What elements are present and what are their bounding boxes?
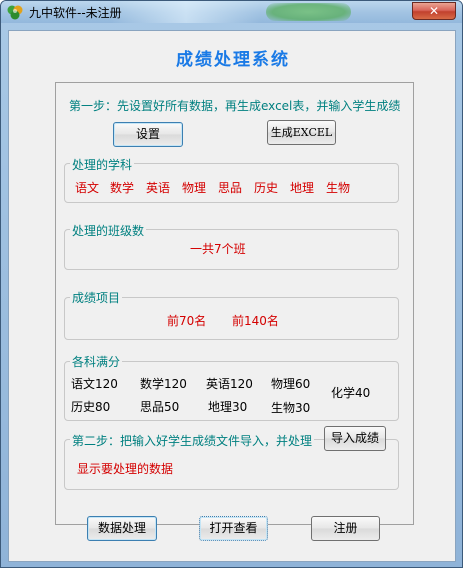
full-mark-item: 数学120 xyxy=(140,377,187,391)
subject-item: 生物 xyxy=(326,181,351,195)
subject-item: 历史 xyxy=(254,181,279,195)
full-marks-legend: 各科满分 xyxy=(70,353,123,370)
titlebar-glow xyxy=(111,1,261,23)
subject-item: 地理 xyxy=(290,181,315,195)
app-icon xyxy=(7,5,23,20)
full-mark-item: 语文120 xyxy=(71,377,118,391)
subject-item: 语文 xyxy=(75,181,100,195)
status-text: 显示要处理的数据 xyxy=(77,462,174,476)
full-mark-item: 物理60 xyxy=(271,377,311,391)
window-title: 九中软件--未注册 xyxy=(29,6,122,20)
full-mark-item: 思品50 xyxy=(140,400,180,414)
open-view-button[interactable]: 打开查看 xyxy=(199,516,268,541)
client-area: 成绩处理系统 第一步：先设置好所有数据，再生成excel表，并输入学生成绩 设置… xyxy=(8,30,456,562)
register-button[interactable]: 注册 xyxy=(311,516,380,541)
classes-legend: 处理的班级数 xyxy=(70,222,147,239)
score-item-top140: 前140名 xyxy=(232,314,279,328)
app-title: 成绩处理系统 xyxy=(176,50,290,70)
subjects-legend: 处理的学科 xyxy=(70,156,135,173)
full-mark-item: 生物30 xyxy=(271,401,311,415)
subject-item: 英语 xyxy=(146,181,171,195)
class-count: 一共7个班 xyxy=(190,242,246,256)
close-icon: ✕ xyxy=(428,4,440,18)
score-items-legend: 成绩项目 xyxy=(70,289,123,306)
subject-item: 思品 xyxy=(218,181,243,195)
step1-instruction: 第一步：先设置好所有数据，再生成excel表，并输入学生成绩 xyxy=(69,99,401,113)
import-scores-button[interactable]: 导入成绩 xyxy=(324,426,386,451)
subject-item: 数学 xyxy=(110,181,135,195)
step2-legend: 第二步：把输入好学生成绩文件导入，并处理 xyxy=(70,432,315,449)
full-mark-item: 历史80 xyxy=(71,400,111,414)
close-button[interactable]: ✕ xyxy=(412,2,456,20)
settings-button[interactable]: 设置 xyxy=(113,122,183,147)
title-bar[interactable]: 九中软件--未注册 ✕ xyxy=(1,1,462,23)
data-process-button[interactable]: 数据处理 xyxy=(87,516,157,541)
subject-item: 物理 xyxy=(182,181,207,195)
full-mark-item: 地理30 xyxy=(208,400,248,414)
full-mark-item: 化学40 xyxy=(331,386,371,400)
generate-excel-button[interactable]: 生成EXCEL xyxy=(267,120,336,145)
score-item-top70: 前70名 xyxy=(167,314,207,328)
full-mark-item: 英语120 xyxy=(206,377,253,391)
titlebar-decoration xyxy=(266,3,351,21)
app-window: 九中软件--未注册 ✕ 成绩处理系统 第一步：先设置好所有数据，再生成excel… xyxy=(0,0,463,568)
